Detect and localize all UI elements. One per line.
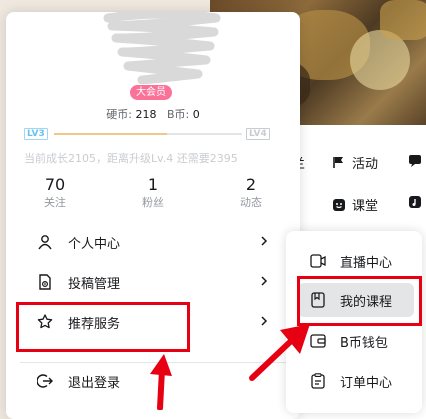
- smile-icon: [332, 198, 346, 212]
- submenu-live-center-label: 直播中心: [340, 255, 393, 271]
- message-icon: [408, 153, 422, 167]
- submenu-order-center-label: 订单中心: [340, 375, 393, 391]
- chevron-right-icon: [260, 275, 268, 291]
- submenu-bcoin-wallet-label: B币钱包: [340, 335, 388, 351]
- coin-balance: 硬币: 218 B币: 0: [6, 106, 300, 122]
- bcoin-label: B币:: [166, 108, 190, 121]
- stat-posts-label: 动态: [240, 196, 262, 209]
- annotation-box-recommended-services: [16, 302, 190, 352]
- coins-value: 218: [135, 108, 157, 121]
- annotation-arrow-up-icon: [150, 354, 172, 410]
- nav-message-partial[interactable]: [408, 153, 422, 167]
- stat-posts-value: 2: [245, 175, 257, 194]
- menu-logout-label: 退出登录: [68, 375, 121, 391]
- menu-upload-manage[interactable]: 投稿管理: [20, 264, 286, 300]
- stat-followers-value: 1: [147, 175, 159, 194]
- bcoin-value: 0: [192, 108, 200, 121]
- level-current-tag: LV3: [24, 128, 48, 140]
- music-icon: [408, 195, 422, 209]
- chevron-right-icon: [260, 235, 268, 251]
- logout-icon: [36, 372, 54, 390]
- level-progress-bar: [54, 133, 242, 135]
- growth-text: 当前成长2105，距离升级Lv.4 还需要2395: [24, 152, 238, 165]
- user-stats: 70 关注 1 粉丝 2 动态: [6, 175, 300, 211]
- upload-file-icon: [36, 273, 54, 291]
- nav-music-partial[interactable]: [408, 195, 422, 209]
- menu-upload-manage-label: 投稿管理: [68, 276, 121, 292]
- level-next-tag: LV4: [246, 128, 270, 140]
- stat-following[interactable]: 70 关注: [6, 175, 104, 211]
- user-icon: [36, 233, 54, 251]
- coins-label: 硬币:: [106, 108, 132, 121]
- level-progress: LV3 LV4: [24, 128, 274, 142]
- nav-classroom[interactable]: 课堂: [332, 195, 378, 214]
- stat-following-label: 关注: [44, 196, 66, 209]
- redacted-username-scribble: [103, 12, 221, 84]
- stat-following-value: 70: [44, 175, 66, 194]
- nav-activity[interactable]: 活动: [332, 153, 378, 172]
- flag-icon: [332, 156, 346, 170]
- nav-classroom-label: 课堂: [352, 199, 379, 214]
- stat-followers-label: 粉丝: [142, 196, 164, 209]
- stat-posts[interactable]: 2 动态: [202, 175, 300, 211]
- stat-followers[interactable]: 1 粉丝: [104, 175, 202, 211]
- nav-activity-label: 活动: [352, 157, 379, 172]
- menu-personal-center[interactable]: 个人中心: [20, 224, 286, 260]
- level-progress-fill: [54, 133, 167, 135]
- submenu-live-center[interactable]: 直播中心: [298, 244, 414, 278]
- annotation-arrow-diagonal-icon: [249, 324, 310, 381]
- camera-icon: [310, 253, 326, 269]
- menu-personal-center-label: 个人中心: [68, 236, 121, 252]
- vip-badge: 大会员: [130, 85, 172, 100]
